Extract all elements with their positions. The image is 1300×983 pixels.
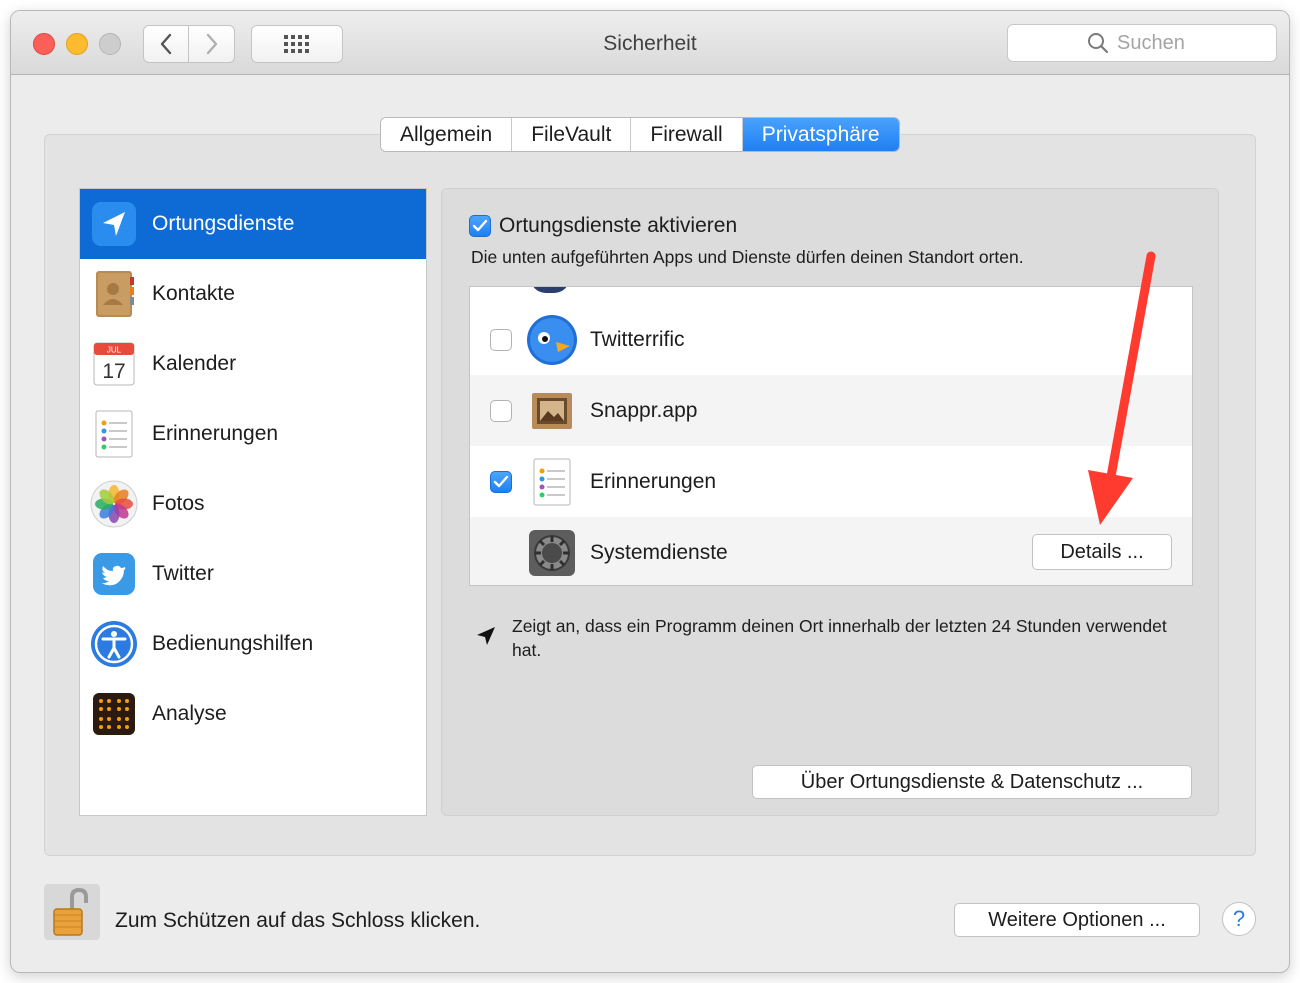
- sidebar-item-twitter[interactable]: Twitter: [80, 539, 426, 609]
- tab-allgemein[interactable]: Allgemein: [381, 118, 513, 151]
- sidebar-item-erinnerungen[interactable]: Erinnerungen: [80, 399, 426, 469]
- sidebar-item-kontakte[interactable]: Kontakte: [80, 259, 426, 329]
- sidebar-item-label: Ortungsdienste: [152, 212, 295, 235]
- tab-bar: Allgemein FileVault Firewall Privatsphär…: [380, 117, 900, 152]
- app-row-systemdienste: Systemdienste Details ...: [470, 517, 1192, 585]
- app-checkbox-erinnerungen[interactable]: [490, 470, 512, 493]
- accessibility-icon: [91, 621, 137, 667]
- title-bar: Sicherheit: [11, 11, 1289, 75]
- more-options-button[interactable]: Weitere Optionen ...: [954, 903, 1200, 937]
- contacts-book-icon: [96, 271, 134, 317]
- location-description: Die unten aufgeführten Apps und Dienste …: [471, 247, 1024, 267]
- sidebar-item-label: Kalender: [152, 352, 237, 375]
- location-arrow-icon: [477, 627, 495, 645]
- sidebar-item-label: Fotos: [152, 492, 205, 515]
- app-row-snappr: Snappr.app: [470, 375, 1192, 446]
- sidebar-item-analyse[interactable]: Analyse: [80, 679, 426, 749]
- sidebar-item-ortungsdienste[interactable]: Ortungsdienste: [80, 189, 426, 259]
- app-row-erinnerungen: Erinnerungen: [470, 446, 1192, 517]
- lock-button[interactable]: [44, 884, 100, 940]
- twitter-bird-icon: [93, 553, 135, 595]
- app-checkbox-snappr[interactable]: [490, 399, 512, 422]
- app-label: Systemdienste: [590, 540, 728, 564]
- sidebar-item-label: Analyse: [152, 702, 227, 725]
- calendar-day: 17: [102, 360, 125, 383]
- search-field[interactable]: [1007, 24, 1277, 62]
- reminders-list-icon: [95, 410, 133, 458]
- details-button[interactable]: Details ...: [1032, 534, 1172, 570]
- privacy-category-list: Ortungsdienste Kontakte JUL 17 Kalender …: [79, 188, 427, 816]
- note-text: Zeigt an, dass ein Programm deinen Ort i…: [512, 616, 1167, 660]
- sidebar-item-label: Kontakte: [152, 282, 235, 305]
- unlocked-padlock-icon: [53, 887, 88, 936]
- tab-firewall[interactable]: Firewall: [631, 118, 743, 151]
- search-icon: [1088, 33, 1109, 54]
- system-gear-icon: [529, 529, 575, 576]
- calendar-icon: JUL 17: [93, 342, 135, 386]
- sidebar-item-kalender[interactable]: JUL 17 Kalender: [80, 329, 426, 399]
- snappr-frame-icon: [532, 392, 572, 429]
- twitterrific-bird-icon: [527, 314, 577, 365]
- enable-location-label: Ortungsdienste aktivieren: [499, 214, 738, 237]
- about-location-privacy-button[interactable]: Über Ortungsdienste & Datenschutz ...: [752, 765, 1192, 799]
- help-button[interactable]: ?: [1222, 902, 1256, 936]
- sidebar-item-label: Bedienungshilfen: [152, 632, 314, 655]
- sidebar-item-label: Erinnerungen: [152, 422, 279, 445]
- calendar-month: JUL: [107, 346, 122, 355]
- app-label: Twitterrific: [590, 327, 685, 351]
- app-checkbox-twitterrific[interactable]: [490, 328, 512, 351]
- preferences-window: Sicherheit Allgemein FileVault Firewall …: [10, 10, 1290, 973]
- checkmark-icon: [472, 219, 488, 232]
- tab-privatsphaere[interactable]: Privatsphäre: [742, 118, 899, 151]
- tab-filevault[interactable]: FileVault: [512, 118, 632, 151]
- sidebar-item-fotos[interactable]: Fotos: [80, 469, 426, 539]
- app-label: Snappr.app: [590, 398, 698, 422]
- enable-location-row: Ortungsdienste aktivieren: [469, 214, 737, 238]
- location-services-panel: Ortungsdienste aktivieren Die unten aufg…: [441, 188, 1219, 816]
- sidebar-item-bedienungshilfen[interactable]: Bedienungshilfen: [80, 609, 426, 679]
- photos-flower-icon: [90, 480, 138, 528]
- analytics-grid-icon: [93, 693, 135, 735]
- enable-location-checkbox[interactable]: [469, 215, 491, 237]
- location-arrow-icon: [92, 202, 136, 246]
- lock-hint-text: Zum Schützen auf das Schloss klicken.: [115, 909, 481, 932]
- app-label: Erinnerungen: [590, 469, 717, 493]
- sidebar-item-label: Twitter: [152, 562, 214, 585]
- search-input[interactable]: [1117, 31, 1197, 55]
- scrolled-app-icon: [530, 287, 570, 293]
- app-row-twitterrific: Twitterrific: [470, 304, 1192, 375]
- reminders-list-icon: [533, 458, 571, 505]
- location-usage-note: Zeigt an, dass ein Programm deinen Ort i…: [474, 614, 1172, 662]
- app-list[interactable]: Twitterrific Snappr.app Erinnerungen Sys…: [469, 286, 1193, 586]
- checkmark-icon: [493, 475, 509, 487]
